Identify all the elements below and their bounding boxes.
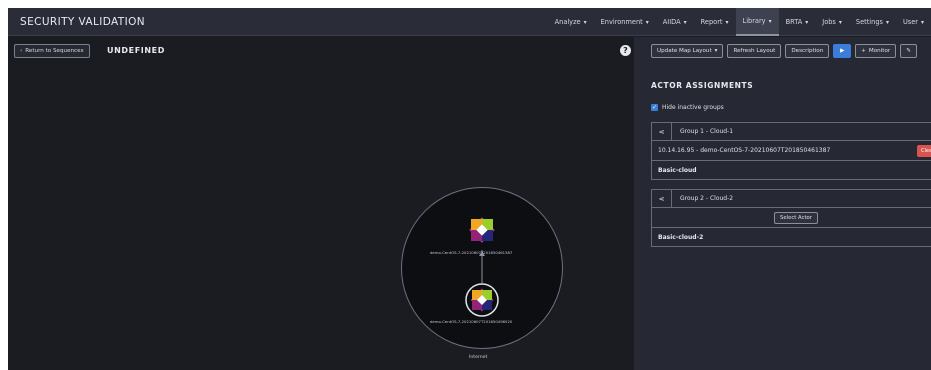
- actor-assignments-panel: Update Map Layout ▾ Refresh Layout Descr…: [634, 37, 931, 370]
- chevron-down-icon: ▾: [583, 18, 587, 26]
- nav-brta[interactable]: BRTA ▾: [779, 8, 816, 36]
- nav-aiida[interactable]: AIIDA ▾: [656, 8, 694, 36]
- nav-report[interactable]: Report ▾: [694, 8, 736, 36]
- chevron-down-icon: ▾: [725, 18, 729, 26]
- app-window: SECURITY VALIDATION Analyze ▾ Environment…: [8, 8, 931, 370]
- select-actor-row: Select Actor: [652, 208, 931, 228]
- group-name: Group 1 - Cloud-1: [680, 128, 734, 135]
- node-connector: [479, 250, 485, 283]
- pencil-icon: ✎: [906, 48, 911, 54]
- play-icon: ▶: [840, 48, 845, 54]
- network-label: Internet: [469, 355, 488, 360]
- map-toolbar: Update Map Layout ▾ Refresh Layout Descr…: [651, 44, 917, 58]
- main-nav: Analyze ▾ Environment ▾ AIIDA ▾ Report ▾ Lib…: [548, 8, 931, 36]
- description-button[interactable]: Description: [785, 44, 830, 58]
- nav-settings[interactable]: Settings ▾: [849, 8, 896, 36]
- hide-inactive-groups-toggle[interactable]: ✓ Hide inactive groups: [651, 104, 724, 111]
- chevron-down-icon: ▾: [768, 17, 772, 25]
- chevron-down-icon: ▾: [838, 18, 842, 26]
- chevron-down-icon: ▾: [805, 18, 809, 26]
- sequence-map-canvas[interactable]: ‹ Return to Sequences UNDEFINED ? demo-C…: [8, 37, 634, 370]
- top-navbar: SECURITY VALIDATION Analyze ▾ Environment…: [8, 8, 931, 36]
- group-header: ⋖ Group 2 - Cloud-2: [652, 189, 931, 208]
- assigned-actor: 10.14.16.95 - demo-CentOS-7-20210607T201…: [652, 141, 931, 161]
- refresh-layout-button[interactable]: Refresh Layout: [727, 44, 782, 58]
- panel-title: ACTOR ASSIGNMENTS: [651, 81, 754, 90]
- plus-icon: +: [861, 48, 866, 54]
- group-footer: Basic-cloud-2: [658, 233, 704, 241]
- nav-jobs[interactable]: Jobs ▾: [815, 8, 849, 36]
- group-footer: Basic-cloud: [658, 166, 697, 174]
- actor-group-card: ⋖ Group 1 - Cloud-1 10.14.16.95 - demo-C…: [651, 122, 931, 180]
- centos-node-icon[interactable]: [465, 213, 499, 247]
- add-monitor-button[interactable]: + Monitor: [855, 44, 897, 58]
- centos-node-icon[interactable]: [465, 283, 499, 317]
- chevron-down-icon: ▾: [683, 18, 687, 26]
- actor-group-card: ⋖ Group 2 - Cloud-2 Select Actor Basic-c…: [651, 189, 931, 247]
- chevron-down-icon: ▾: [920, 18, 924, 26]
- nav-library[interactable]: Library ▾: [735, 8, 779, 36]
- share-icon[interactable]: ⋖: [652, 122, 672, 141]
- nav-user[interactable]: User ▾: [896, 8, 931, 36]
- chevron-down-icon: ▾: [645, 18, 649, 26]
- checkbox-checked-icon[interactable]: ✓: [651, 104, 658, 111]
- edit-button[interactable]: ✎: [900, 44, 917, 58]
- play-button[interactable]: ▶: [833, 44, 852, 58]
- update-map-layout-button[interactable]: Update Map Layout ▾: [651, 44, 724, 58]
- group-header: ⋖ Group 1 - Cloud-1: [652, 122, 931, 141]
- share-icon[interactable]: ⋖: [652, 189, 672, 208]
- nav-analyze[interactable]: Analyze ▾: [548, 8, 594, 36]
- app-title: SECURITY VALIDATION: [20, 16, 146, 28]
- chevron-down-icon: ▾: [885, 18, 889, 26]
- node-label: demo-CentOS-7-20210607T201850461387: [430, 250, 513, 255]
- clear-actor-button[interactable]: Clear: [917, 145, 931, 157]
- chevron-down-icon: ▾: [714, 48, 718, 54]
- nav-environment[interactable]: Environment ▾: [594, 8, 656, 36]
- group-name: Group 2 - Cloud-2: [680, 195, 734, 202]
- select-actor-button[interactable]: Select Actor: [774, 211, 818, 224]
- node-label: demo-CentOS-7-20210607T201850496520: [430, 319, 513, 324]
